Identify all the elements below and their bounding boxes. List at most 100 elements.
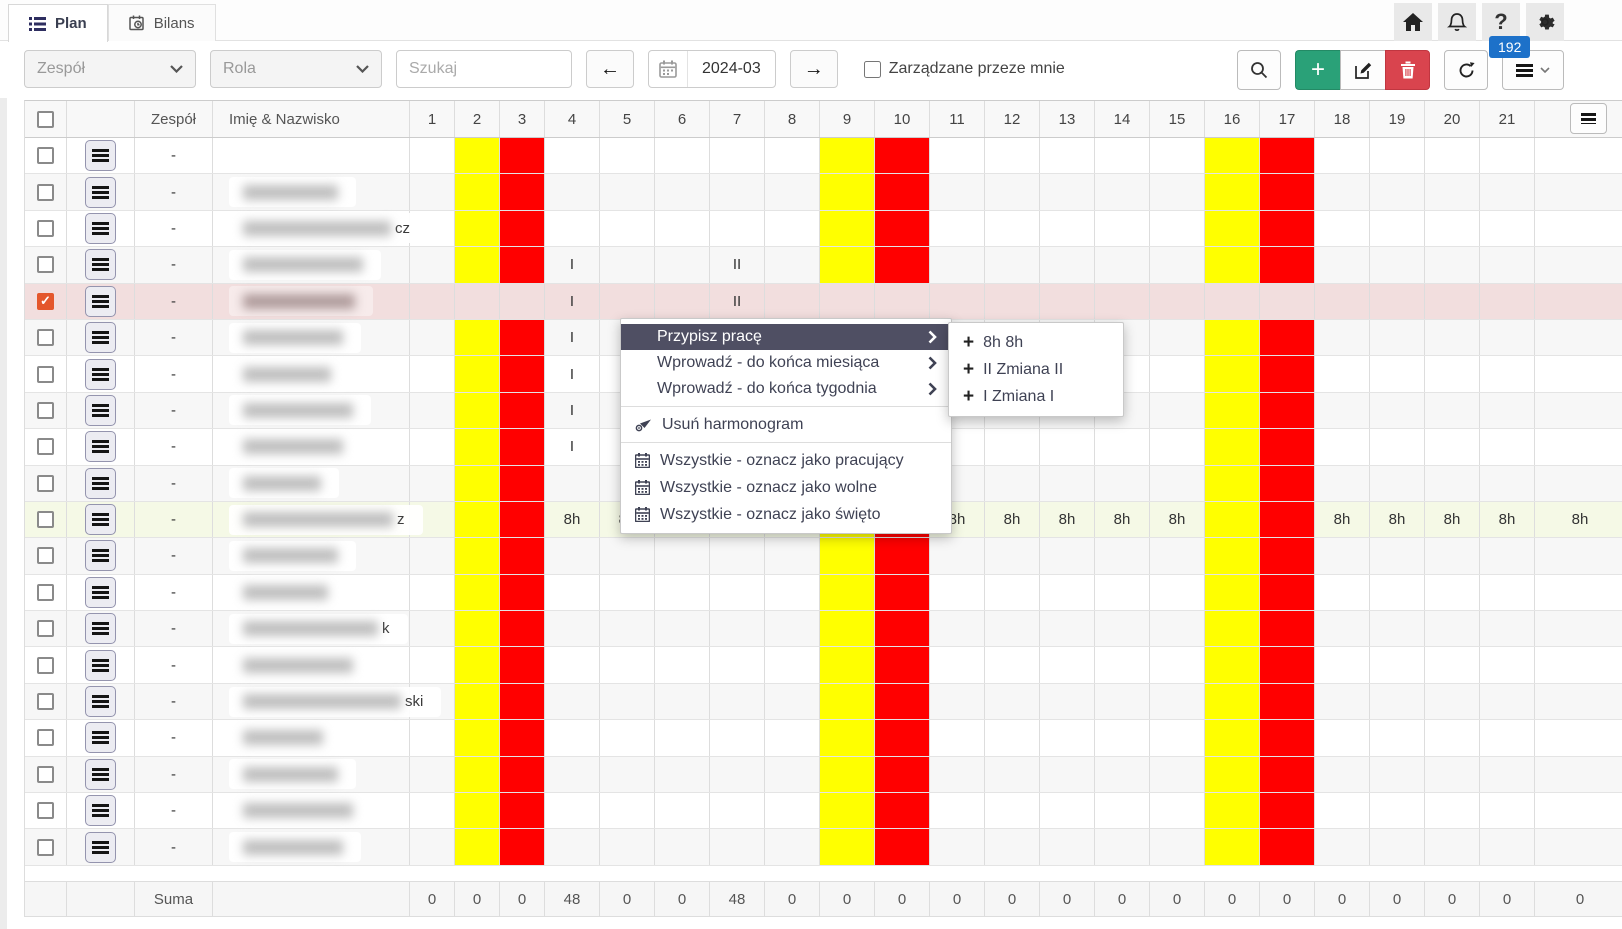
day-cell[interactable] [820,757,875,792]
day-cell[interactable]: I [545,429,600,464]
day-cell[interactable] [1480,284,1535,319]
day-cell[interactable] [410,611,455,646]
day-cell[interactable] [600,538,655,573]
day-cell[interactable] [765,720,820,755]
day-cell[interactable] [1150,829,1205,864]
row-menu-button[interactable] [85,468,116,499]
day-cell[interactable] [1480,138,1535,173]
day-cell[interactable] [655,211,710,246]
day-cell[interactable] [545,138,600,173]
name-cell[interactable] [213,284,410,319]
row-checkbox[interactable] [37,511,54,528]
menu-item[interactable]: Wszystkie - oznacz jako pracujący [621,447,951,474]
day-cell[interactable] [500,211,545,246]
row-menu-button[interactable] [85,759,116,790]
team-select[interactable]: Zespół [24,50,196,88]
day-cell[interactable] [985,793,1040,828]
day-cell[interactable] [410,538,455,573]
day-cell[interactable] [455,211,500,246]
day-cell[interactable] [410,138,455,173]
day-cell[interactable] [710,611,765,646]
day-cell[interactable] [1095,720,1150,755]
name-cell[interactable]: ski [213,684,410,719]
day-cell[interactable] [1315,429,1370,464]
day-cell[interactable] [1480,466,1535,501]
day-cell[interactable] [600,684,655,719]
day-cell[interactable] [820,538,875,573]
day-cell[interactable] [1095,211,1150,246]
name-cell[interactable]: k [213,611,410,646]
day-cell[interactable] [1205,575,1260,610]
day-cell[interactable]: 8h [545,502,600,537]
day-cell[interactable] [1205,174,1260,209]
day-cell[interactable] [1095,174,1150,209]
day-cell[interactable] [500,538,545,573]
day-cell[interactable] [875,138,930,173]
managed-checkbox[interactable] [864,61,881,78]
day-cell[interactable]: 8h [1040,502,1095,537]
day-cell[interactable] [710,211,765,246]
day-cell[interactable] [455,611,500,646]
day-cell[interactable] [875,211,930,246]
day-cell[interactable] [985,174,1040,209]
day-cell[interactable] [410,393,455,428]
day-cell[interactable] [710,575,765,610]
day-cell[interactable] [1040,247,1095,282]
day-cell[interactable] [1370,720,1425,755]
day-cell[interactable] [1535,247,1622,282]
day-cell[interactable] [1425,793,1480,828]
day-cell[interactable] [1205,211,1260,246]
day-cell[interactable] [500,575,545,610]
day-cell[interactable] [875,757,930,792]
menu-item[interactable]: Wprowadź - do końca miesiąca [621,350,951,376]
day-cell[interactable] [1480,757,1535,792]
day-cell[interactable] [1425,247,1480,282]
day-cell[interactable] [1205,757,1260,792]
day-cell[interactable] [1425,757,1480,792]
day-cell[interactable] [1315,611,1370,646]
row-checkbox[interactable] [37,729,54,746]
day-cell[interactable] [1370,320,1425,355]
day-cell[interactable] [1040,684,1095,719]
day-cell[interactable] [985,284,1040,319]
day-cell[interactable] [820,138,875,173]
day-cell[interactable] [600,611,655,646]
row-checkbox[interactable] [37,220,54,237]
menu-item[interactable]: Wprowadź - do końca tygodnia [621,376,951,402]
day-cell[interactable] [500,356,545,391]
day-cell[interactable] [1425,611,1480,646]
day-cell[interactable] [655,538,710,573]
day-cell[interactable] [1535,138,1622,173]
day-cell[interactable] [930,284,985,319]
day-cell[interactable] [1205,502,1260,537]
day-cell[interactable] [455,647,500,682]
day-cell[interactable] [1040,575,1095,610]
day-cell[interactable] [985,247,1040,282]
delete-button[interactable] [1385,50,1430,90]
day-cell[interactable] [1205,793,1260,828]
row-checkbox[interactable] [37,184,54,201]
day-cell[interactable] [655,793,710,828]
day-cell[interactable] [410,429,455,464]
day-cell[interactable] [500,320,545,355]
submenu-item[interactable]: +II Zmiana II [949,356,1123,383]
day-cell[interactable] [600,647,655,682]
day-cell[interactable] [710,684,765,719]
day-cell[interactable] [1040,211,1095,246]
day-cell[interactable] [1205,720,1260,755]
day-cell[interactable] [1040,174,1095,209]
day-cell[interactable] [455,247,500,282]
day-cell[interactable] [930,247,985,282]
name-cell[interactable] [213,575,410,610]
row-checkbox[interactable] [37,693,54,710]
day-cell[interactable] [930,720,985,755]
day-cell[interactable] [1370,356,1425,391]
day-cell[interactable] [710,829,765,864]
row-checkbox[interactable] [37,147,54,164]
day-cell[interactable] [875,538,930,573]
day-cell[interactable] [1535,829,1622,864]
day-cell[interactable] [1370,793,1425,828]
day-cell[interactable] [1260,211,1315,246]
day-cell[interactable] [765,647,820,682]
day-cell[interactable] [820,284,875,319]
